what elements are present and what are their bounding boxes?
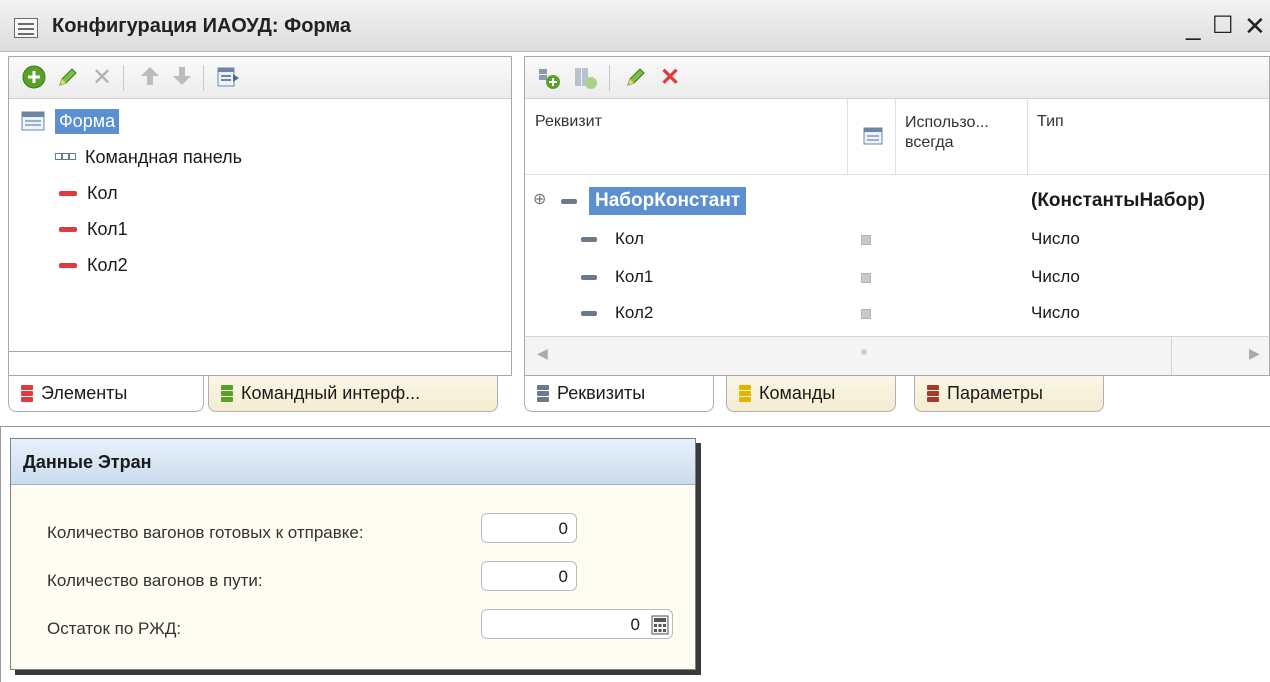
move-up-icon[interactable] [137, 65, 163, 91]
attribute-type: Число [1031, 267, 1080, 286]
title-bar: Конфигурация ИАОУД: Форма _ ☐ ✕ [0, 0, 1270, 52]
window-title: Конфигурация ИАОУД: Форма [52, 15, 352, 37]
table-row[interactable]: Кол1 Число [525, 261, 1269, 295]
delete-icon[interactable]: ✕ [657, 65, 683, 91]
scroll-thumb-grip[interactable] [861, 349, 867, 355]
use-always-checkbox[interactable] [861, 309, 871, 319]
table-row[interactable]: Кол Число [525, 223, 1269, 257]
tree-item-command-panel[interactable]: Командная панель [21, 139, 501, 175]
form-preview-title: Данные Этран [23, 452, 152, 472]
tab-parameters-label: Параметры [947, 383, 1043, 403]
attribute-name: НаборКонстант [589, 187, 747, 215]
add-icon[interactable] [21, 65, 47, 91]
column-header-attribute[interactable]: Реквизит [535, 113, 602, 131]
right-tabs: Реквизиты Команды Параметры [524, 376, 1270, 416]
tree-item-label: Кол1 [87, 218, 128, 239]
scroll-right-icon[interactable]: ▶ [1249, 345, 1260, 362]
window-form-icon [14, 18, 38, 38]
field-icon [59, 190, 77, 196]
attributes-tab-icon [537, 384, 549, 403]
edit-pencil-icon[interactable] [623, 65, 649, 91]
table-row[interactable]: Кол2 Число [525, 297, 1269, 331]
tree-item-kol1[interactable]: Кол1 [21, 211, 501, 247]
tab-command-interface[interactable]: Командный интерф... [208, 376, 498, 412]
scroll-left-icon[interactable]: ◀ [537, 345, 548, 362]
tree-root-label: Форма [55, 108, 120, 134]
attribute-name: Кол1 [615, 267, 654, 286]
form-preview-header: Данные Этран [11, 439, 695, 485]
commands-tab-icon [739, 384, 751, 403]
elements-tab-icon [21, 384, 33, 403]
elements-panel: ✕ Форма Командная панель Кол Кол1 Кол2 [8, 56, 512, 352]
form-icon [21, 111, 45, 131]
close-button[interactable]: ✕ [1244, 12, 1266, 40]
use-always-checkbox[interactable] [861, 273, 871, 283]
ready-wagons-input[interactable]: 0 [481, 513, 577, 543]
tab-attributes[interactable]: Реквизиты [524, 376, 714, 412]
tab-parameters[interactable]: Параметры [914, 376, 1104, 412]
tab-commands-label: Команды [759, 383, 836, 403]
add-column-icon[interactable] [573, 65, 599, 91]
add-attribute-icon[interactable] [537, 65, 563, 91]
form-properties-icon[interactable] [215, 65, 241, 91]
edit-pencil-icon[interactable] [55, 65, 81, 91]
tab-elements[interactable]: Элементы [8, 376, 204, 412]
minimize-button[interactable]: _ [1186, 12, 1200, 40]
attribute-icon [581, 237, 597, 242]
attribute-type: Число [1031, 229, 1080, 248]
attributes-header: Реквизит Использо... всегда Тип [525, 99, 1269, 175]
attribute-name: Кол [615, 229, 644, 248]
attribute-type: (КонстантыНабор) [1031, 190, 1206, 211]
field-label-wagons-in-transit: Количество вагонов в пути: [47, 571, 263, 590]
tree-item-label: Командная панель [85, 146, 243, 167]
attributes-panel: ✕ Реквизит Использо... всегда Тип ⊕ Набо… [524, 56, 1270, 352]
tab-attributes-label: Реквизиты [557, 383, 646, 403]
rzd-remainder-input[interactable]: 0 [481, 609, 673, 639]
command-interface-tab-icon [221, 384, 233, 403]
tree-item-kol[interactable]: Кол [21, 175, 501, 211]
form-preview: Данные Этран Количество вагонов готовых … [10, 438, 696, 670]
attribute-icon [561, 199, 577, 204]
tree-item-label: Кол2 [87, 254, 128, 275]
table-row[interactable]: ⊕ НаборКонстант (КонстантыНабор) [525, 185, 1269, 219]
wagons-in-transit-input[interactable]: 0 [481, 561, 577, 591]
attribute-type: Число [1031, 303, 1080, 322]
field-icon [59, 226, 77, 232]
field-label-ready-wagons: Количество вагонов готовых к отправке: [47, 523, 364, 542]
tree-item-kol2[interactable]: Кол2 [21, 247, 501, 283]
elements-toolbar: ✕ [9, 57, 511, 99]
tab-commands[interactable]: Команды [726, 376, 896, 412]
attributes-toolbar: ✕ [525, 57, 1269, 99]
use-always-checkbox[interactable] [861, 235, 871, 245]
attribute-icon [581, 275, 597, 280]
expand-icon[interactable]: ⊕ [533, 189, 546, 209]
attribute-name: Кол2 [615, 303, 654, 322]
tree-root-form[interactable]: Форма [21, 103, 501, 139]
parameters-tab-icon [927, 384, 939, 403]
delete-icon[interactable]: ✕ [89, 65, 115, 91]
elements-tree: Форма Командная панель Кол Кол1 Кол2 [21, 103, 501, 283]
tree-item-label: Кол [87, 182, 118, 203]
column-header-type[interactable]: Тип [1037, 113, 1064, 131]
move-down-icon[interactable] [169, 65, 195, 91]
attribute-icon [581, 311, 597, 316]
field-label-rzd-remainder: Остаток по РЖД: [47, 619, 182, 638]
tab-command-interface-label: Командный интерф... [241, 383, 421, 403]
command-panel-icon [55, 153, 76, 160]
calculator-icon[interactable] [651, 615, 669, 640]
use-always-header-icon [863, 127, 883, 150]
field-icon [59, 262, 77, 268]
left-tabs: Элементы Командный интерф... [8, 376, 512, 416]
maximize-button[interactable]: ☐ [1212, 12, 1234, 40]
tab-elements-label: Элементы [41, 383, 128, 403]
column-header-use-always[interactable]: Использо... всегда [905, 113, 1029, 153]
horizontal-scrollbar[interactable]: ◀ ▶ [524, 336, 1270, 376]
